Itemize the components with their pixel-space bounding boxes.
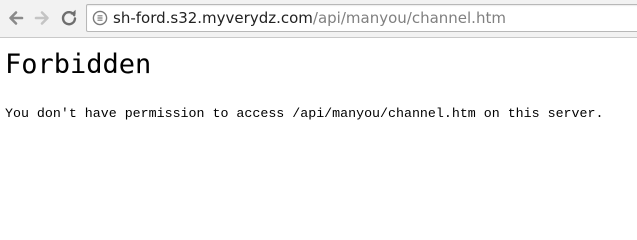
address-bar[interactable]: sh-ford.s32.myverydz.com/api/manyou/chan… <box>86 4 637 32</box>
forward-button[interactable] <box>32 8 52 28</box>
url-host: sh-ford.s32.myverydz.com <box>113 9 313 27</box>
url-path: /api/manyou/channel.htm <box>312 9 506 27</box>
back-button[interactable] <box>6 8 26 28</box>
reload-button[interactable] <box>59 8 79 28</box>
error-message: You don't have permission to access /api… <box>5 106 604 121</box>
browser-toolbar: sh-ford.s32.myverydz.com/api/manyou/chan… <box>0 0 637 38</box>
page-info-icon[interactable] <box>92 10 108 26</box>
page-content: Forbidden You don't have permission to a… <box>0 38 637 207</box>
arrow-right-icon <box>34 11 49 25</box>
arrow-left-icon <box>9 11 24 25</box>
reload-icon <box>61 9 77 26</box>
page-title: Forbidden <box>5 49 152 80</box>
url-text: sh-ford.s32.myverydz.com/api/manyou/chan… <box>113 8 506 28</box>
